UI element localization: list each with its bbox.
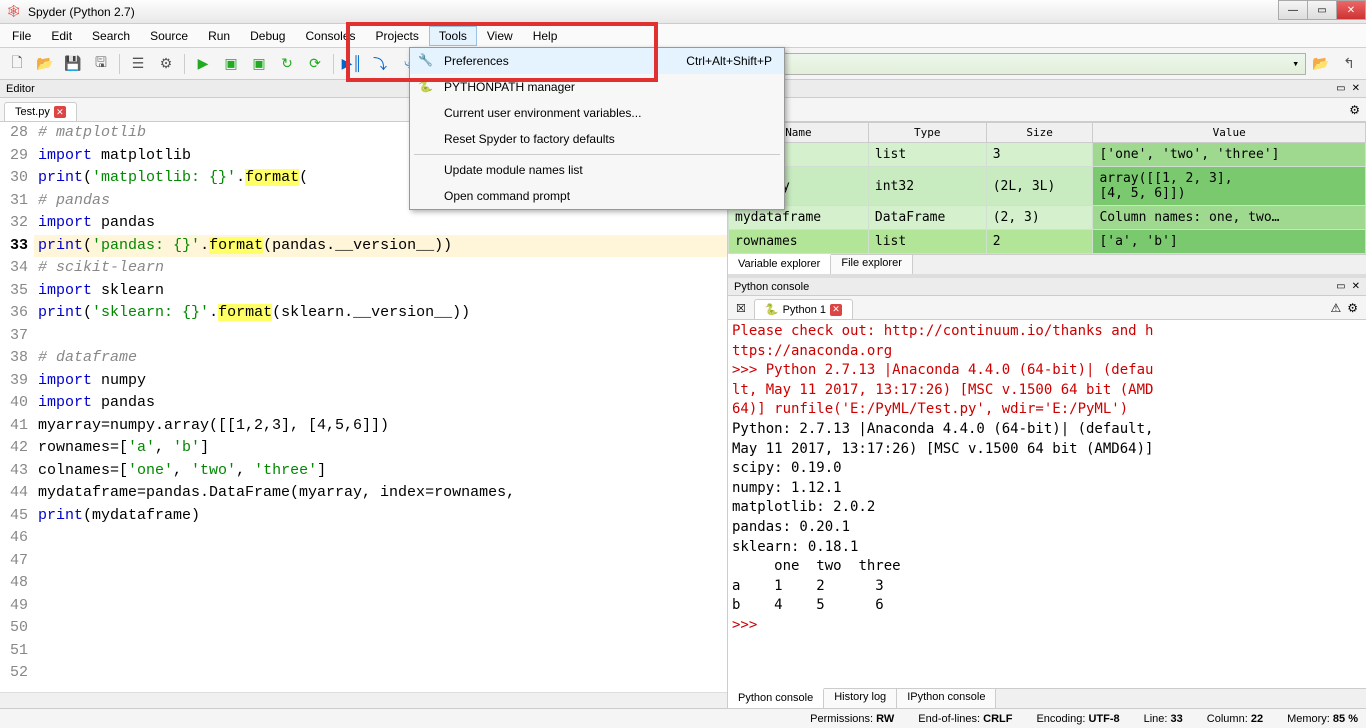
open-file-icon[interactable]: 📂 bbox=[32, 51, 58, 77]
new-file-icon[interactable]: 🗋 bbox=[4, 51, 30, 77]
menu-help[interactable]: Help bbox=[523, 26, 568, 46]
debug-icon[interactable]: ▶║ bbox=[339, 51, 365, 77]
rerun-icon[interactable]: ⟳ bbox=[302, 51, 328, 77]
variable-table[interactable]: NameTypeSizeValueameslist3['one', 'two',… bbox=[728, 122, 1366, 254]
right-pane: explorer ▭ ✕ ⬇ 💾 🖫 ⚙ NameTypeSizeValueam… bbox=[728, 80, 1366, 708]
h-scrollbar[interactable] bbox=[0, 692, 727, 708]
varexp-toolbar: ⬇ 💾 🖫 ⚙ bbox=[728, 98, 1366, 122]
menu-item[interactable]: Current user environment variables... bbox=[410, 100, 784, 126]
menu-item[interactable]: 🔧PreferencesCtrl+Alt+Shift+P bbox=[410, 48, 784, 74]
save-icon[interactable]: 💾 bbox=[60, 51, 86, 77]
console-output[interactable]: Please check out: http://continuum.io/th… bbox=[728, 320, 1366, 688]
tab[interactable]: Python console bbox=[728, 688, 824, 708]
console-bottom-tabs: Python consoleHistory logIPython console bbox=[728, 688, 1366, 708]
menu-file[interactable]: File bbox=[2, 26, 41, 46]
run-cell-icon[interactable]: ▣ bbox=[218, 51, 244, 77]
window-controls: — ▭ ✕ bbox=[1279, 0, 1366, 20]
close-button[interactable]: ✕ bbox=[1336, 0, 1366, 20]
tools-menu: 🔧PreferencesCtrl+Alt+Shift+P🐍PYTHONPATH … bbox=[409, 47, 785, 210]
options-icon[interactable]: ⚙ bbox=[1347, 301, 1358, 315]
console-tab[interactable]: 🐍 Python 1 ✕ bbox=[754, 299, 853, 319]
tab[interactable]: Variable explorer bbox=[728, 254, 831, 274]
app-icon: 🕸 bbox=[6, 4, 22, 20]
varexp-header: explorer ▭ ✕ bbox=[728, 80, 1366, 98]
app-title: Spyder (Python 2.7) bbox=[28, 5, 135, 19]
menu-item[interactable]: 🐍PYTHONPATH manager bbox=[410, 74, 784, 100]
tab[interactable]: IPython console bbox=[897, 689, 996, 708]
options-icon[interactable]: ⚙ bbox=[1349, 103, 1360, 117]
kill-icon[interactable]: ☒ bbox=[732, 298, 750, 319]
minimize-button[interactable]: — bbox=[1278, 0, 1308, 20]
table-row[interactable]: myarrayint32(2L, 3L)array([[1, 2, 3], [4… bbox=[729, 167, 1366, 206]
variable-explorer-panel: explorer ▭ ✕ ⬇ 💾 🖫 ⚙ NameTypeSizeValueam… bbox=[728, 80, 1366, 274]
menu-search[interactable]: Search bbox=[82, 26, 140, 46]
console-panel: Python console ▭ ✕ ☒ 🐍 Python 1 ✕ ⚠ ⚙ Ple… bbox=[728, 278, 1366, 708]
editor-tab[interactable]: Test.py ✕ bbox=[4, 102, 77, 121]
run-cell-advance-icon[interactable]: ▣ bbox=[246, 51, 272, 77]
parent-dir-icon[interactable]: ↰ bbox=[1336, 51, 1362, 77]
menubar: FileEditSearchSourceRunDebugConsolesProj… bbox=[0, 24, 1366, 48]
menu-tools[interactable]: Tools bbox=[429, 26, 477, 46]
table-row[interactable]: ameslist3['one', 'two', 'three'] bbox=[729, 143, 1366, 167]
undock-icon[interactable]: ▭ bbox=[1336, 281, 1345, 292]
table-row[interactable]: mydataframeDataFrame(2, 3)Column names: … bbox=[729, 206, 1366, 230]
menu-source[interactable]: Source bbox=[140, 26, 198, 46]
menu-debug[interactable]: Debug bbox=[240, 26, 295, 46]
menu-item[interactable]: Update module names list bbox=[410, 157, 784, 183]
varexp-tabs: Variable explorerFile explorer bbox=[728, 254, 1366, 274]
tab-label: Test.py bbox=[15, 106, 50, 118]
close-pane-icon[interactable]: ✕ bbox=[1352, 83, 1360, 94]
console-header: Python console ▭ ✕ bbox=[728, 278, 1366, 296]
close-tab-icon[interactable]: ✕ bbox=[54, 106, 66, 118]
tab[interactable]: History log bbox=[824, 689, 897, 708]
tab[interactable]: File explorer bbox=[831, 255, 913, 274]
settings-icon[interactable]: ⚙ bbox=[153, 51, 179, 77]
console-title: Python console bbox=[734, 281, 809, 293]
titlebar: 🕸 Spyder (Python 2.7) — ▭ ✕ bbox=[0, 0, 1366, 24]
menu-run[interactable]: Run bbox=[198, 26, 240, 46]
close-tab-icon[interactable]: ✕ bbox=[830, 304, 842, 316]
browse-dir-icon[interactable]: 📂 bbox=[1308, 51, 1334, 77]
menu-item[interactable]: Open command prompt bbox=[410, 183, 784, 209]
maximize-button[interactable]: ▭ bbox=[1307, 0, 1337, 20]
console-tabs: ☒ 🐍 Python 1 ✕ ⚠ ⚙ bbox=[728, 296, 1366, 320]
run-selection-icon[interactable]: ↻ bbox=[274, 51, 300, 77]
step-over-icon[interactable]: ⤵ bbox=[367, 51, 393, 77]
run-icon[interactable]: ▶ bbox=[190, 51, 216, 77]
menu-projects[interactable]: Projects bbox=[366, 26, 429, 46]
list-icon[interactable]: ☰ bbox=[125, 51, 151, 77]
close-pane-icon[interactable]: ✕ bbox=[1352, 281, 1360, 292]
menu-view[interactable]: View bbox=[477, 26, 523, 46]
menu-item[interactable]: Reset Spyder to factory defaults bbox=[410, 126, 784, 152]
console-tab-label: Python 1 bbox=[783, 304, 826, 316]
menu-consoles[interactable]: Consoles bbox=[295, 26, 365, 46]
undock-icon[interactable]: ▭ bbox=[1336, 83, 1345, 94]
warn-icon[interactable]: ⚠ bbox=[1330, 301, 1341, 315]
editor-title: Editor bbox=[6, 83, 35, 95]
statusbar: Permissions: RW End-of-lines: CRLF Encod… bbox=[0, 708, 1366, 728]
table-row[interactable]: rownameslist2['a', 'b'] bbox=[729, 230, 1366, 254]
menu-edit[interactable]: Edit bbox=[41, 26, 82, 46]
save-all-icon[interactable]: 🖫 bbox=[88, 51, 114, 77]
